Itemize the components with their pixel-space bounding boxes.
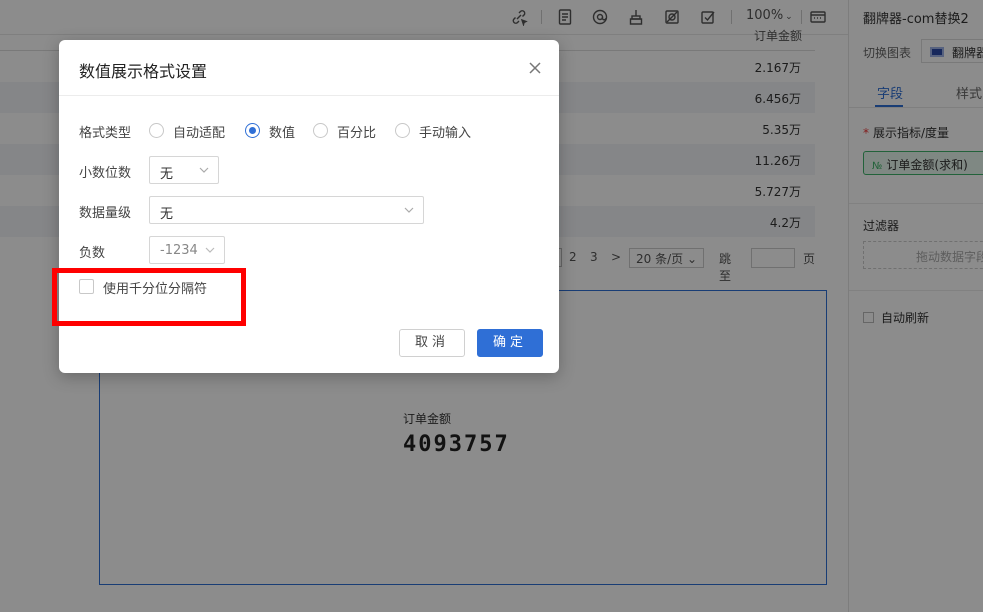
decimal-places-value: 无 — [160, 167, 174, 182]
magnitude-select[interactable]: 无 — [149, 196, 424, 224]
radio-circle-checked — [245, 123, 260, 138]
negative-format-value: -1234 — [160, 243, 198, 258]
radio-circle — [313, 123, 328, 138]
dialog-title: 数值展示格式设置 — [79, 62, 208, 81]
confirm-button[interactable]: 确定 — [477, 329, 543, 357]
thousands-separator-label: 使用千分位分隔符 — [103, 282, 208, 297]
radio-label: 数值 — [269, 126, 296, 141]
negative-label: 负数 — [79, 246, 106, 261]
radio-circle — [149, 123, 164, 138]
radio-label: 自动适配 — [173, 126, 226, 141]
magnitude-value: 无 — [160, 207, 174, 222]
number-format-dialog: 数值展示格式设置 格式类型 自动适配 数值 百分比 手动输入 小数位数 无 数据… — [59, 40, 559, 373]
chevron-down-icon — [404, 206, 414, 214]
decimal-places-select[interactable]: 无 — [149, 156, 219, 184]
negative-format-select[interactable]: -1234 — [149, 236, 225, 264]
cancel-button[interactable]: 取消 — [399, 329, 465, 357]
decimal-places-label: 小数位数 — [79, 166, 132, 181]
radio-circle — [395, 123, 410, 138]
dialog-header: 数值展示格式设置 — [59, 40, 559, 96]
chevron-down-icon — [205, 246, 215, 254]
magnitude-label: 数据量级 — [79, 206, 132, 221]
thousands-separator-checkbox[interactable] — [79, 279, 94, 294]
radio-label: 手动输入 — [419, 126, 472, 141]
radio-label: 百分比 — [337, 126, 377, 141]
format-type-label: 格式类型 — [79, 126, 132, 141]
chevron-down-icon — [199, 166, 209, 174]
close-icon[interactable] — [527, 60, 543, 76]
